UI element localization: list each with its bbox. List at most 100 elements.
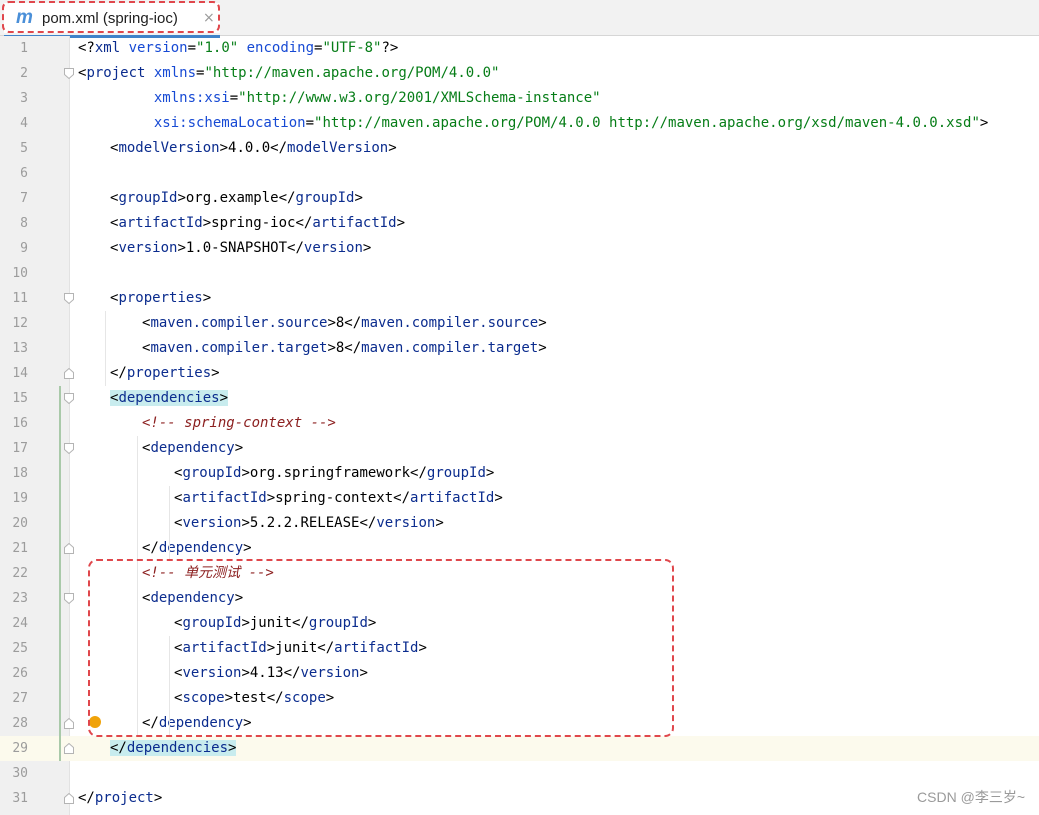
fold-close-icon[interactable] [64, 543, 74, 554]
code-line[interactable]: 27 <scope>test</scope> [0, 686, 1039, 711]
code-line[interactable]: 29 </dependencies> [0, 736, 1039, 761]
fold-open-icon[interactable] [64, 393, 74, 404]
token-attr: encoding [246, 40, 315, 56]
code-line[interactable]: 22 <!-- 单元测试 --> [0, 561, 1039, 586]
code-line[interactable]: 31 </project> [0, 786, 1039, 811]
code-line[interactable]: 3 xmlns:xsi="http://www.w3.org/2001/XMLS… [0, 86, 1039, 111]
editor-tab-bar: m pom.xml (spring-ioc) × [0, 0, 1039, 38]
code-line[interactable]: 14 </properties> [0, 361, 1039, 386]
line-number: 23 [12, 591, 28, 606]
token-str: "1.0" [196, 40, 247, 56]
code-line[interactable]: 1 <?xml version="1.0" encoding="UTF-8"?> [0, 36, 1039, 61]
code-text: </dependency> [142, 711, 252, 736]
fold-close-icon[interactable] [64, 793, 74, 804]
code-line[interactable]: 20 <version>5.2.2.RELEASE</version> [0, 511, 1039, 536]
token-pi: >4.0.0</ [219, 140, 288, 156]
token-str: "http://maven.apache.org/POM/4.0.0" [204, 65, 500, 81]
fold-open-icon[interactable] [64, 293, 74, 304]
code-line[interactable]: 30 [0, 761, 1039, 786]
indent-guide [137, 436, 138, 736]
token-pi: > [396, 215, 406, 231]
code-text: <version>5.2.2.RELEASE</version> [174, 511, 444, 536]
code-line[interactable]: 25 <artifactId>junit</artifactId> [0, 636, 1039, 661]
token-pi: = [229, 90, 239, 106]
token-hlpi: > [228, 740, 237, 756]
token-tag: artifactId [312, 215, 397, 231]
token-tag: project [94, 790, 154, 806]
token-hlpi: </ [110, 740, 127, 756]
token-str: "http://maven.apache.org/POM/4.0.0 http:… [314, 115, 980, 131]
code-line[interactable]: 11 <properties> [0, 286, 1039, 311]
token-tag: version [182, 515, 242, 531]
code-line[interactable]: 17 <dependency> [0, 436, 1039, 461]
token-pi: > [538, 315, 547, 331]
token-pi: >8</ [327, 315, 362, 331]
code-line[interactable]: 5 <modelVersion>4.0.0</modelVersion> [0, 136, 1039, 161]
fold-open-icon[interactable] [64, 593, 74, 604]
code-text: <?xml version="1.0" encoding="UTF-8"?> [78, 36, 398, 61]
fold-close-icon[interactable] [64, 368, 74, 379]
line-number: 17 [12, 441, 28, 456]
tab-pom-xml[interactable]: m pom.xml (spring-ioc) × [4, 3, 220, 33]
token-pi: > [485, 465, 495, 481]
token-tag: groupId [295, 190, 355, 206]
line-number: 1 [20, 41, 28, 56]
token-pi: </ [142, 540, 159, 556]
line-number: 20 [12, 516, 28, 531]
code-editor[interactable]: 1 <?xml version="1.0" encoding="UTF-8"?> 2… [0, 36, 1039, 815]
code-line[interactable]: 13 <maven.compiler.target>8</maven.compil… [0, 336, 1039, 361]
token-pi: >spring-ioc</ [202, 215, 313, 231]
token-tag: properties [126, 365, 212, 381]
token-tag: scope [283, 690, 326, 706]
vcs-change-marker[interactable] [59, 386, 61, 761]
close-icon[interactable]: × [203, 9, 215, 27]
token-tag: maven.compiler.source [361, 315, 539, 331]
code-line[interactable]: 16 <!-- spring-context --> [0, 411, 1039, 436]
code-line[interactable]: 24 <groupId>junit</groupId> [0, 611, 1039, 636]
code-line[interactable]: 26 <version>4.13</version> [0, 661, 1039, 686]
line-number: 22 [12, 566, 28, 581]
fold-open-icon[interactable] [64, 68, 74, 79]
token-tag: version [182, 665, 242, 681]
line-number: 26 [12, 666, 28, 681]
line-number: 7 [20, 191, 28, 206]
fold-close-icon[interactable] [64, 743, 74, 754]
fold-close-icon[interactable] [64, 718, 74, 729]
code-text: <scope>test</scope> [174, 686, 334, 711]
code-line[interactable]: 6 [0, 161, 1039, 186]
code-line[interactable]: 23 <dependency> [0, 586, 1039, 611]
token-tag: version [303, 240, 363, 256]
token-pi: > [362, 240, 372, 256]
line-number: 18 [12, 466, 28, 481]
code-text: <maven.compiler.source>8</maven.compiler… [142, 311, 547, 336]
token-tag: maven.compiler.target [361, 340, 539, 356]
token-tag: artifactId [118, 215, 203, 231]
fold-open-icon[interactable] [64, 443, 74, 454]
token-tag: xml [94, 40, 129, 56]
code-line[interactable]: 8 <artifactId>spring-ioc</artifactId> [0, 211, 1039, 236]
code-line[interactable]: 7 <groupId>org.example</groupId> [0, 186, 1039, 211]
token-tag: modelVersion [118, 140, 220, 156]
token-tag: scope [182, 690, 225, 706]
code-line[interactable]: 21 </dependency> [0, 536, 1039, 561]
token-pi: > [494, 490, 503, 506]
code-text: <artifactId>spring-context</artifactId> [174, 486, 503, 511]
token-pi: >junit</ [241, 615, 309, 631]
code-line[interactable]: 28 </dependency> [0, 711, 1039, 736]
token-hltag: dependencies [126, 740, 229, 756]
intention-bulb-icon[interactable] [89, 716, 101, 728]
code-line[interactable]: 9 <version>1.0-SNAPSHOT</version> [0, 236, 1039, 261]
token-pi: > [538, 340, 547, 356]
code-line[interactable]: 18 <groupId>org.springframework</groupId> [0, 461, 1039, 486]
code-line[interactable]: 4 xsi:schemaLocation="http://maven.apach… [0, 111, 1039, 136]
code-line[interactable]: 15 <dependencies> [0, 386, 1039, 411]
token-pi: </ [78, 790, 95, 806]
code-line[interactable]: 12 <maven.compiler.source>8</maven.compil… [0, 311, 1039, 336]
code-line[interactable]: 10 [0, 261, 1039, 286]
line-number: 13 [12, 341, 28, 356]
code-line[interactable]: 2 <project xmlns="http://maven.apache.org… [0, 61, 1039, 86]
code-line[interactable]: 19 <artifactId>spring-context</artifactId… [0, 486, 1039, 511]
token-tag: maven.compiler.source [150, 315, 328, 331]
token-str: "http://www.w3.org/2001/XMLSchema-instan… [238, 90, 601, 106]
token-hltag: dependencies [118, 390, 220, 406]
